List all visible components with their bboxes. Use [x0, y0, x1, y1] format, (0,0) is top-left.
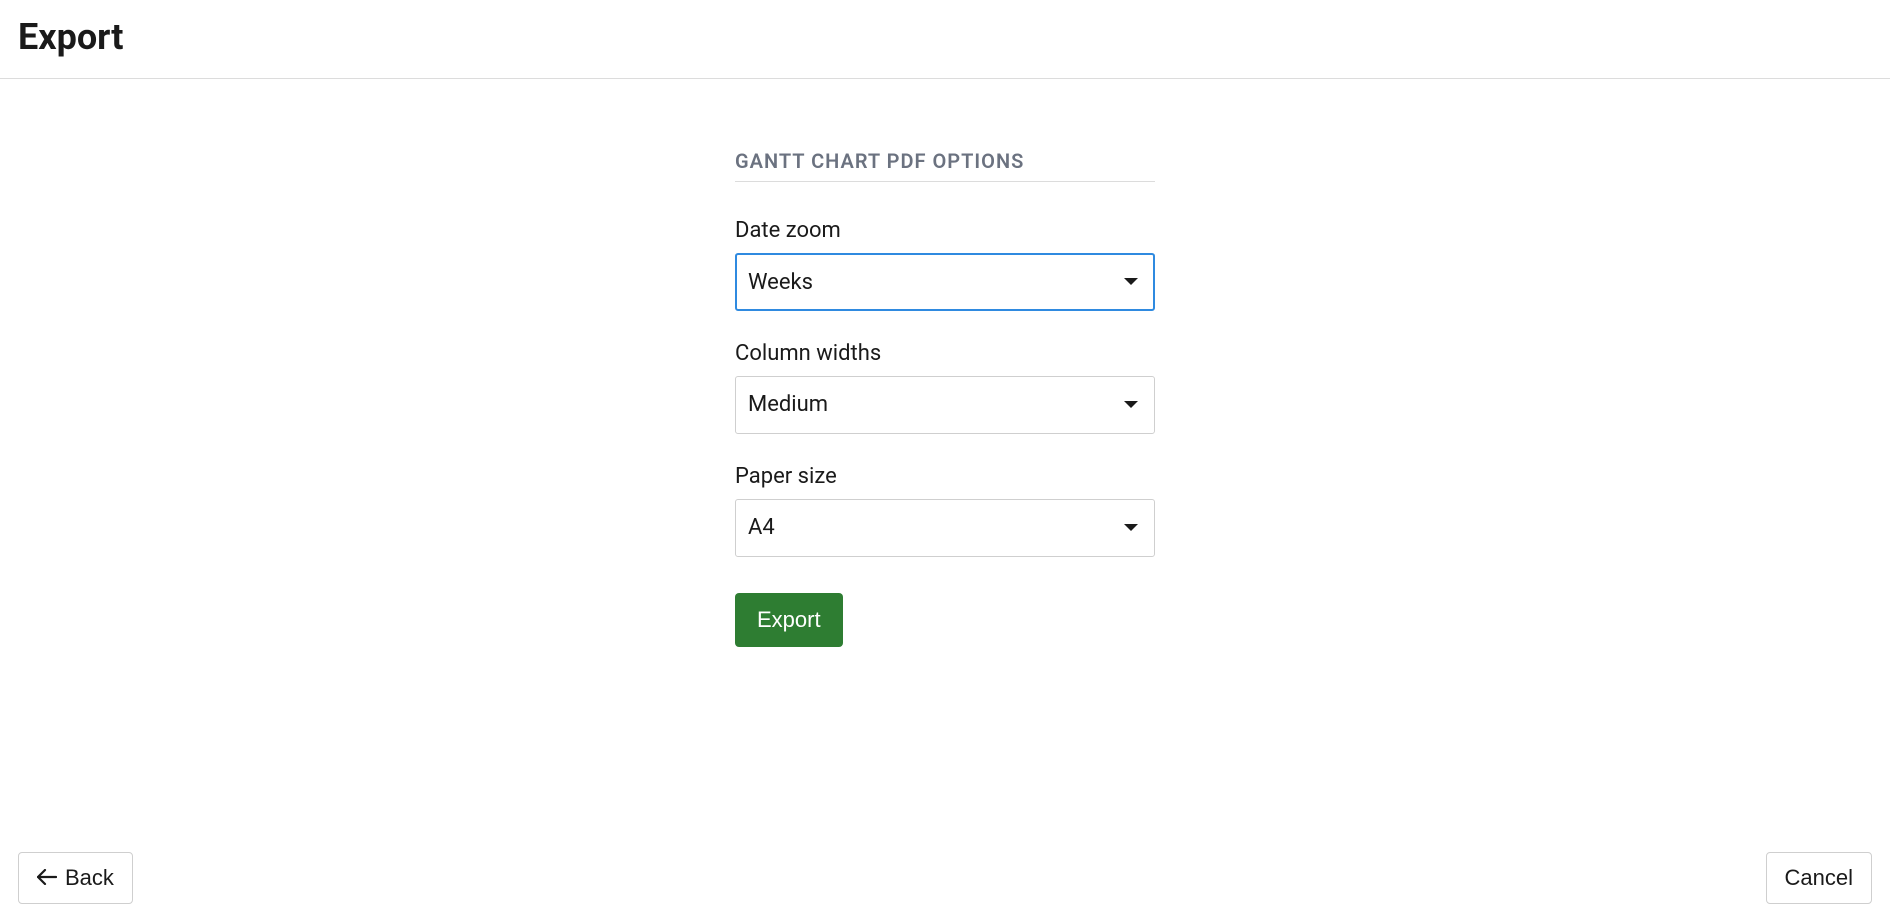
paper-size-select-wrapper: A4	[735, 499, 1155, 557]
cancel-button[interactable]: Cancel	[1766, 852, 1872, 904]
field-column-widths: Column widths Medium	[735, 341, 1155, 434]
back-button-label: Back	[65, 865, 114, 891]
date-zoom-select-wrapper: Weeks	[735, 253, 1155, 311]
options-form: GANTT CHART PDF OPTIONS Date zoom Weeks …	[735, 149, 1155, 647]
paper-size-label: Paper size	[735, 464, 1155, 489]
arrow-left-icon	[37, 865, 57, 891]
column-widths-label: Column widths	[735, 341, 1155, 366]
export-button[interactable]: Export	[735, 593, 843, 647]
footer-actions: Back Cancel	[0, 852, 1890, 904]
column-widths-select[interactable]: Medium	[735, 376, 1155, 434]
back-button[interactable]: Back	[18, 852, 133, 904]
section-title: GANTT CHART PDF OPTIONS	[735, 149, 1155, 182]
date-zoom-label: Date zoom	[735, 218, 1155, 243]
paper-size-select[interactable]: A4	[735, 499, 1155, 557]
field-date-zoom: Date zoom Weeks	[735, 218, 1155, 311]
column-widths-select-wrapper: Medium	[735, 376, 1155, 434]
date-zoom-select[interactable]: Weeks	[735, 253, 1155, 311]
page-header: Export	[0, 0, 1890, 79]
field-paper-size: Paper size A4	[735, 464, 1155, 557]
page-title: Export	[18, 16, 1872, 58]
